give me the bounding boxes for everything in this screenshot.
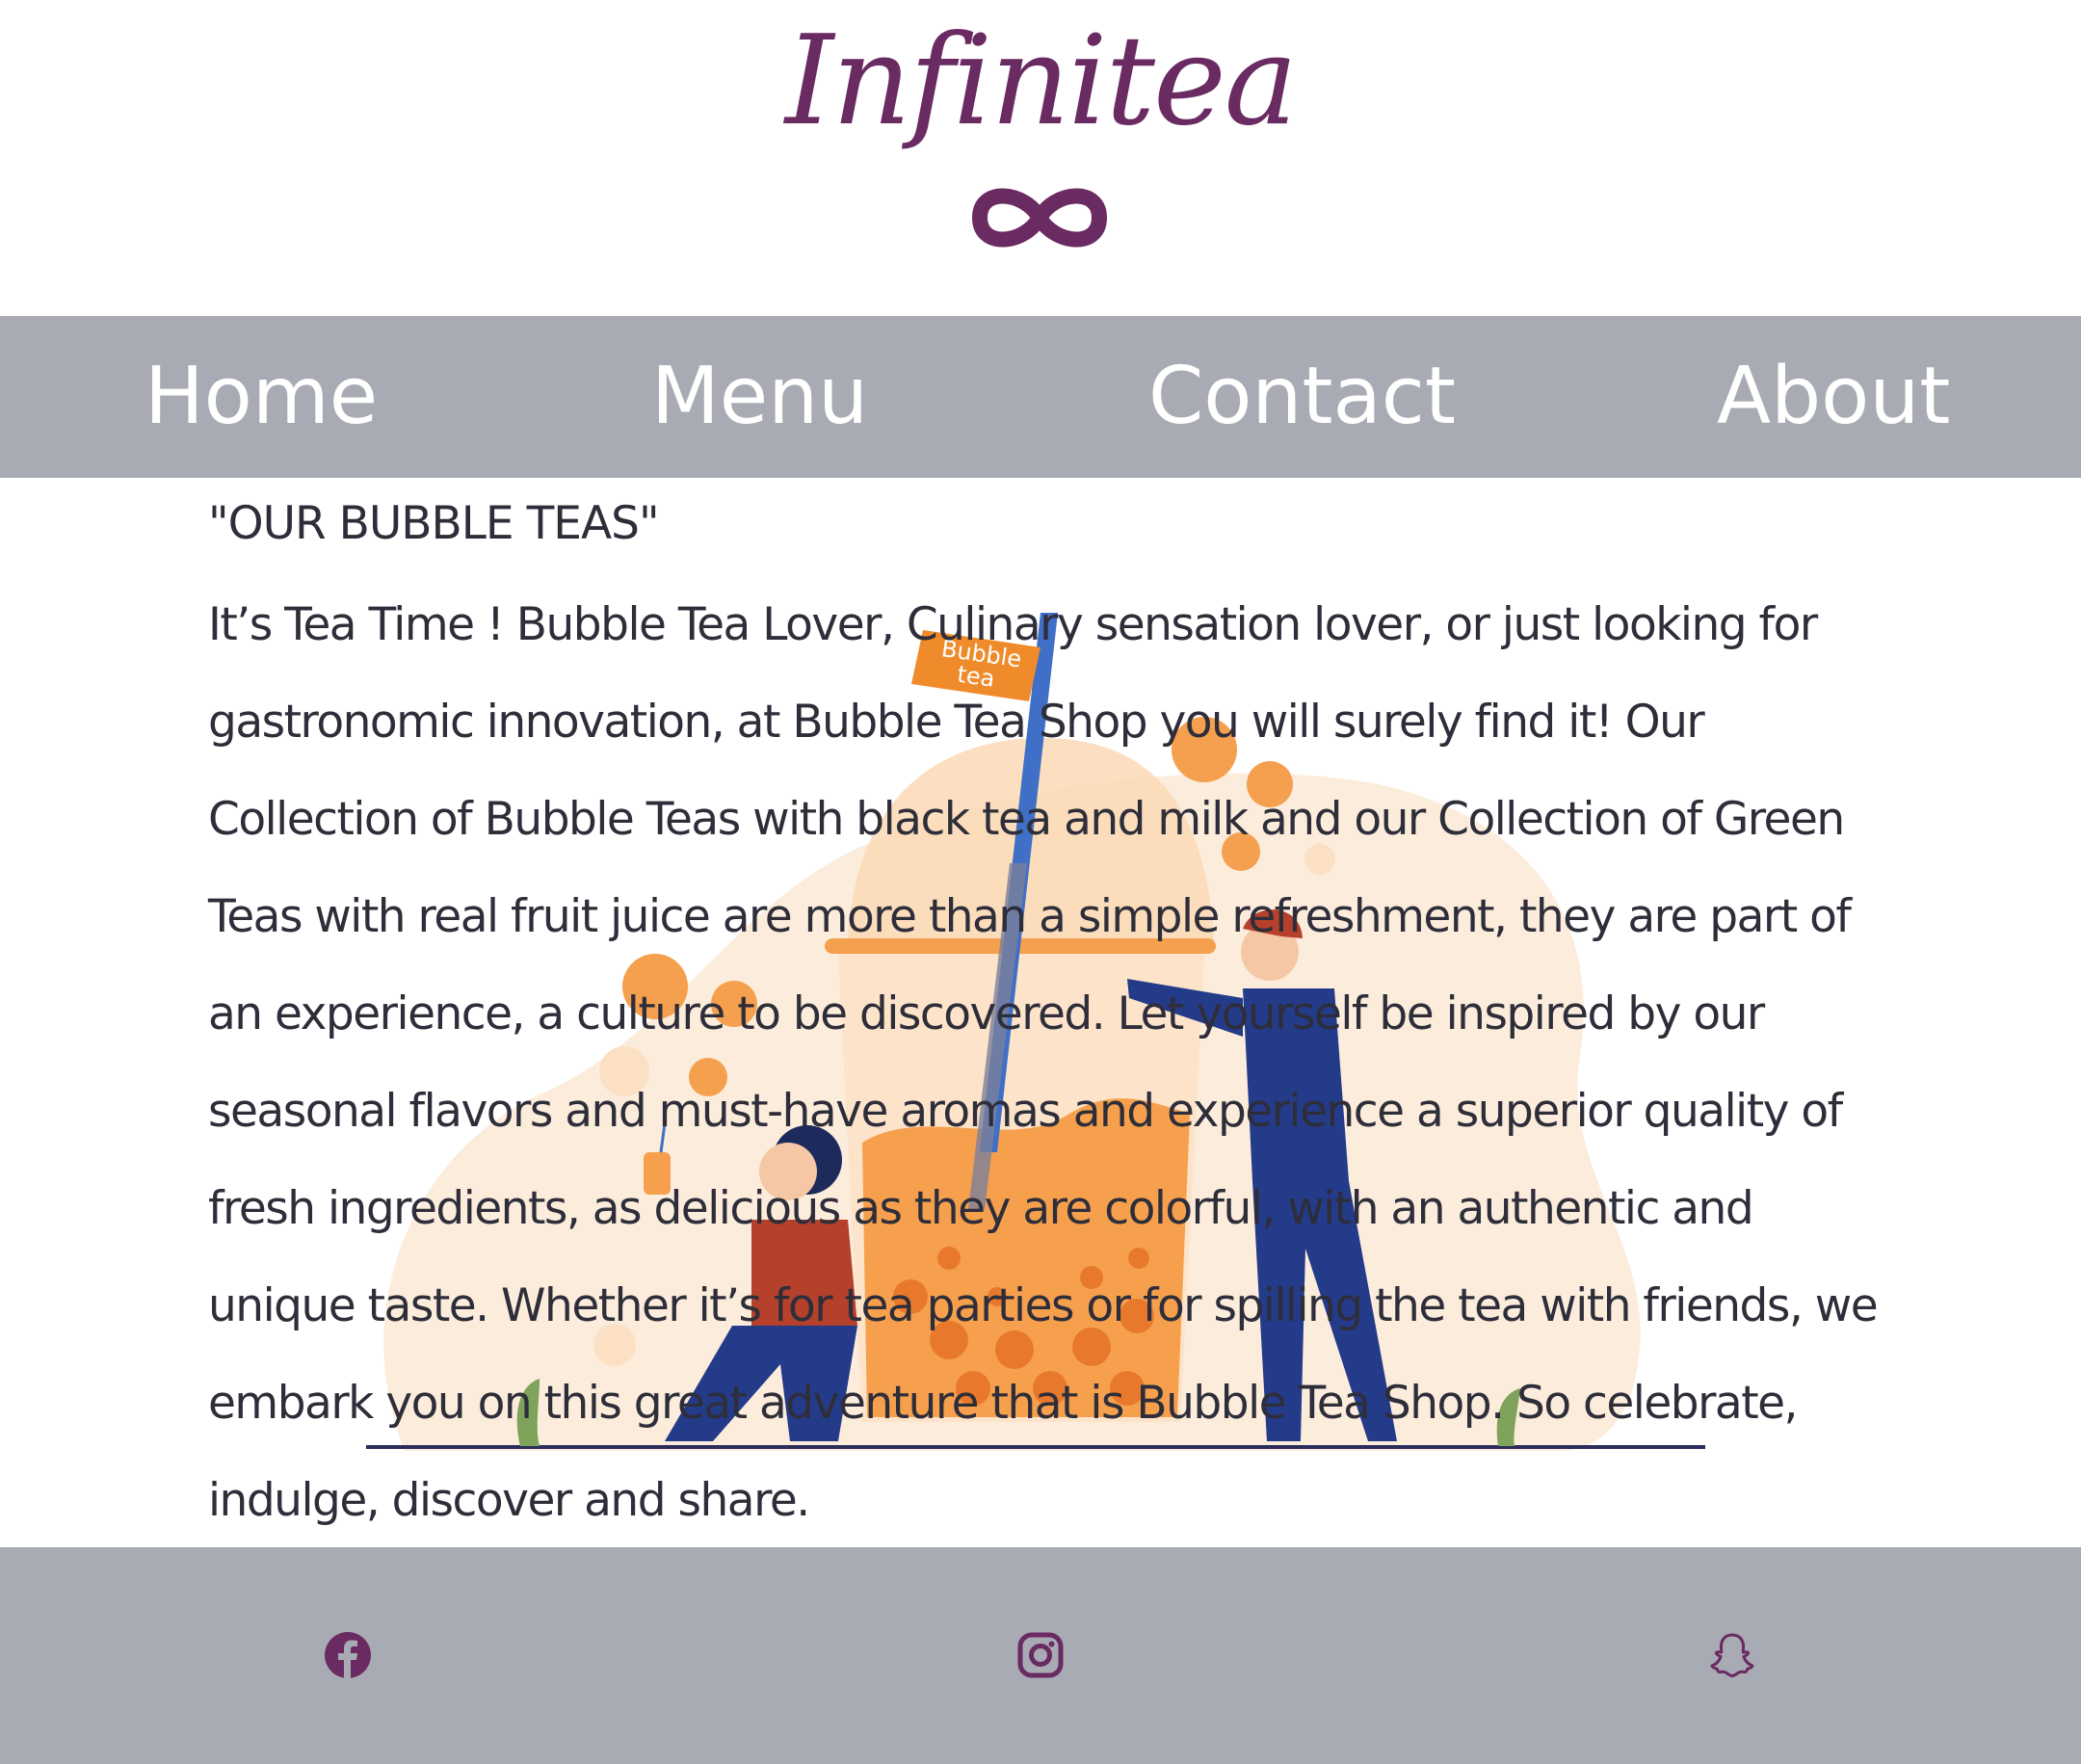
- facebook-link[interactable]: [323, 1630, 373, 1680]
- nav-about[interactable]: About: [1717, 316, 1950, 478]
- page: Infinitea Home Menu Contact About Bubble…: [0, 0, 2081, 1764]
- main-content: Bubble tea "OUR BUBBLE TEAS" It’s Tea Ti…: [0, 478, 2081, 1547]
- instagram-icon: [1017, 1632, 1064, 1678]
- nav-menu[interactable]: Menu: [651, 316, 868, 478]
- instagram-link[interactable]: [1015, 1630, 1066, 1680]
- nav-contact[interactable]: Contact: [1148, 316, 1456, 478]
- main-nav: Home Menu Contact About: [0, 316, 2081, 478]
- snapchat-icon: [1710, 1633, 1754, 1677]
- nav-home[interactable]: Home: [145, 316, 378, 478]
- infinity-logo-icon: [972, 188, 1107, 248]
- snapchat-link[interactable]: [1707, 1630, 1757, 1680]
- brand-logo[interactable]: Infinitea: [0, 0, 2081, 164]
- site-footer: [0, 1547, 2081, 1764]
- section-body: It’s Tea Time ! Bubble Tea Lover, Culina…: [208, 598, 1879, 1527]
- site-header: Infinitea: [0, 0, 2081, 316]
- facebook-icon: [325, 1632, 371, 1678]
- content-block: "OUR BUBBLE TEAS" It’s Tea Time ! Bubble…: [208, 495, 1904, 1547]
- section-title: "OUR BUBBLE TEAS": [208, 497, 660, 550]
